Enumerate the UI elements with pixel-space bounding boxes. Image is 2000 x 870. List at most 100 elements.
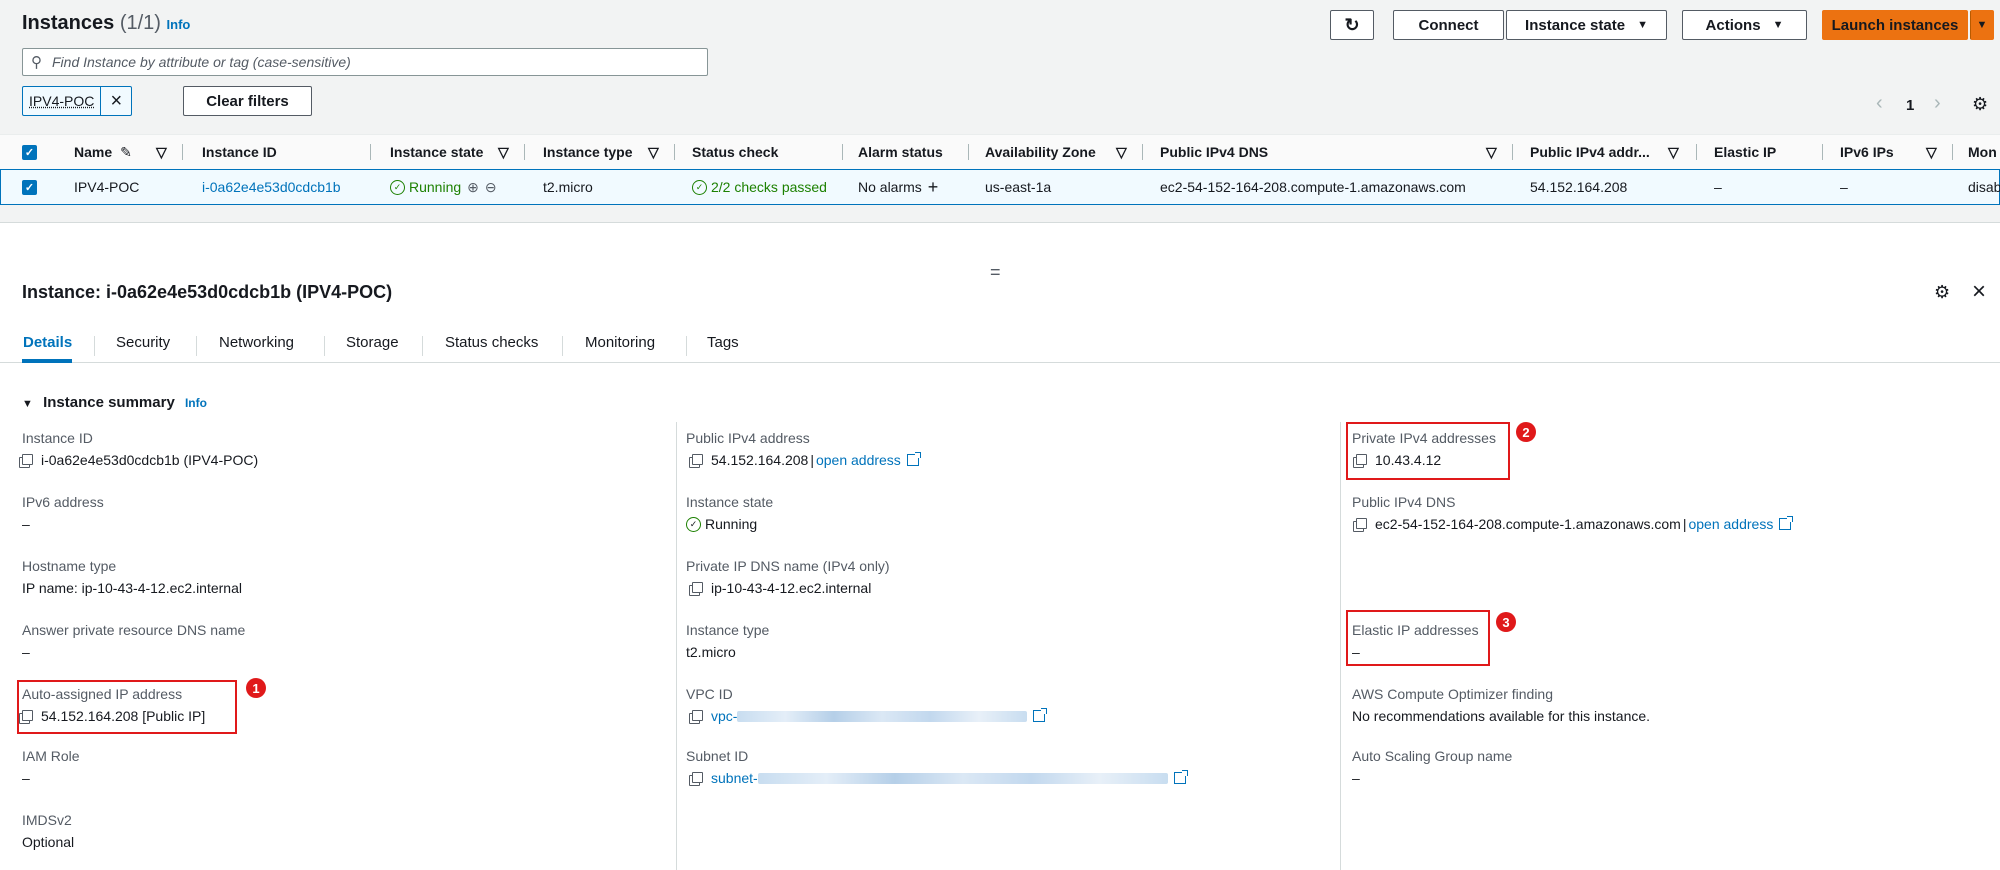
filter-token-label[interactable]: IPV4-POC <box>23 87 102 115</box>
copy-icon[interactable] <box>692 771 703 783</box>
cell-ipv6: – <box>1840 179 1848 195</box>
copy-icon[interactable] <box>22 709 33 721</box>
col-public-ip[interactable]: Public IPv4 addr... <box>1530 135 1650 169</box>
open-address-link[interactable]: open address <box>1688 516 1773 532</box>
actions-dropdown[interactable]: Actions ▼ <box>1682 10 1807 40</box>
sort-icon[interactable]: ▽ <box>156 135 167 169</box>
label-imdsv2: IMDSv2 <box>22 812 72 828</box>
tab-storage[interactable]: Storage <box>346 334 399 351</box>
label-instance-state: Instance state <box>686 494 774 510</box>
sort-icon[interactable]: ▽ <box>1668 135 1679 169</box>
select-all-checkbox[interactable]: ✓ <box>22 135 37 169</box>
gear-icon[interactable]: ⚙ <box>1934 282 1950 303</box>
subnet-id-link[interactable]: subnet- <box>711 770 758 786</box>
gear-icon[interactable]: ⚙ <box>1972 94 1988 115</box>
connect-button[interactable]: Connect <box>1393 10 1504 40</box>
check-circle-icon: ✓ <box>390 179 405 195</box>
value-instance-state: ✓ Running <box>686 516 757 532</box>
prev-page-icon[interactable]: ‹ <box>1876 92 1883 115</box>
pencil-icon: ✎ <box>120 143 132 160</box>
close-icon[interactable]: × <box>101 90 131 113</box>
label-instance-type: Instance type <box>686 622 770 638</box>
value-subnet-id: subnet- <box>692 770 1188 786</box>
refresh-button[interactable]: ↻ <box>1330 10 1374 40</box>
col-instance-id[interactable]: Instance ID <box>202 135 277 169</box>
redacted-value <box>757 772 1168 784</box>
check-circle-icon: ✓ <box>686 516 701 532</box>
sort-icon[interactable]: ▽ <box>498 135 509 169</box>
vpc-id-link[interactable]: vpc- <box>711 708 737 724</box>
info-link[interactable]: Info <box>185 396 207 410</box>
col-name[interactable]: Name ✎ <box>74 135 132 169</box>
value-private-ipv4: 10.43.4.12 <box>1356 452 1441 468</box>
caret-down-icon: ▼ <box>1772 19 1784 31</box>
value-public-ipv4: 54.152.164.208 | open address <box>692 452 921 468</box>
value-instance-type: t2.micro <box>686 644 736 660</box>
external-link-icon[interactable] <box>1779 516 1794 530</box>
label-public-ipv4-dns: Public IPv4 DNS <box>1352 494 1456 510</box>
page-number[interactable]: 1 <box>1906 97 1914 114</box>
clear-filters-button[interactable]: Clear filters <box>183 86 312 116</box>
sort-icon[interactable]: ▽ <box>648 135 659 169</box>
col-status-check[interactable]: Status check <box>692 135 778 169</box>
col-instance-state[interactable]: Instance state <box>390 135 483 169</box>
cell-status-check: ✓ 2/2 checks passed <box>692 170 827 204</box>
annotation-badge-1: 1 <box>246 678 266 698</box>
label-subnet-id: Subnet ID <box>686 748 749 764</box>
copy-icon[interactable] <box>1356 517 1367 529</box>
col-elastic-ip[interactable]: Elastic IP <box>1714 135 1776 169</box>
copy-icon[interactable] <box>22 453 33 465</box>
tab-tags[interactable]: Tags <box>707 334 739 351</box>
zoom-out-icon[interactable]: ⊖ <box>485 179 497 196</box>
sort-icon[interactable]: ▽ <box>1116 135 1127 169</box>
copy-icon[interactable] <box>692 581 703 593</box>
label-private-ipv4: Private IPv4 addresses <box>1352 430 1496 446</box>
row-checkbox[interactable]: ✓ <box>22 170 37 204</box>
label-ipv6-address: IPv6 address <box>22 494 104 510</box>
label-auto-scaling-group: Auto Scaling Group name <box>1352 748 1513 764</box>
refresh-icon: ↻ <box>1344 14 1360 35</box>
external-link-icon[interactable] <box>1033 708 1048 722</box>
check-icon: ✓ <box>22 179 37 195</box>
redacted-value <box>737 710 1028 722</box>
tab-networking[interactable]: Networking <box>219 334 294 351</box>
col-public-dns[interactable]: Public IPv4 DNS <box>1160 135 1268 169</box>
launch-instances-button[interactable]: Launch instances <box>1822 10 1968 40</box>
tab-details[interactable]: Details <box>23 334 72 351</box>
copy-icon[interactable] <box>692 453 703 465</box>
tab-security[interactable]: Security <box>116 334 170 351</box>
instance-state-dropdown[interactable]: Instance state ▼ <box>1506 10 1667 40</box>
col-ipv6-ips[interactable]: IPv6 IPs <box>1840 135 1894 169</box>
open-address-link[interactable]: open address <box>816 452 901 468</box>
sort-icon[interactable]: ▽ <box>1486 135 1497 169</box>
col-alarm-status[interactable]: Alarm status <box>858 135 943 169</box>
table-row[interactable]: ✓ IPV4-POC i-0a62e4e53d0cdcb1b ✓ Running… <box>0 169 2000 205</box>
copy-icon[interactable] <box>692 709 703 721</box>
sort-icon[interactable]: ▽ <box>1926 135 1937 169</box>
value-imdsv2: Optional <box>22 834 75 850</box>
external-link-icon[interactable] <box>906 452 921 466</box>
cell-instance-id[interactable]: i-0a62e4e53d0cdcb1b <box>202 170 341 204</box>
plus-icon[interactable]: + <box>928 177 939 198</box>
detail-title: Instance: i-0a62e4e53d0cdcb1b (IPV4-POC) <box>22 282 393 302</box>
tab-monitoring[interactable]: Monitoring <box>585 334 655 351</box>
close-icon[interactable]: × <box>1972 278 1986 306</box>
tab-status-checks[interactable]: Status checks <box>445 334 538 351</box>
col-monitoring[interactable]: Mon <box>1968 135 1997 169</box>
cell-public-ip: 54.152.164.208 <box>1530 179 1628 195</box>
cell-name: IPV4-POC <box>74 179 140 195</box>
col-availability-zone[interactable]: Availability Zone <box>985 135 1096 169</box>
col-instance-type[interactable]: Instance type <box>543 135 632 169</box>
label-elastic-ip: Elastic IP addresses <box>1352 622 1479 638</box>
next-page-icon[interactable]: › <box>1934 92 1941 115</box>
search-input[interactable] <box>50 53 694 71</box>
search-box[interactable]: ⚲ <box>22 48 708 76</box>
zoom-in-icon[interactable]: ⊕ <box>467 179 479 196</box>
copy-icon[interactable] <box>1356 453 1367 465</box>
check-circle-icon: ✓ <box>692 179 707 195</box>
launch-instances-caret[interactable]: ▼ <box>1970 10 1994 40</box>
info-link[interactable]: Info <box>167 17 191 32</box>
instance-summary-toggle[interactable]: ▼ Instance summary Info <box>22 394 207 411</box>
external-link-icon[interactable] <box>1173 770 1188 784</box>
split-drag-handle[interactable]: = <box>990 262 1001 283</box>
